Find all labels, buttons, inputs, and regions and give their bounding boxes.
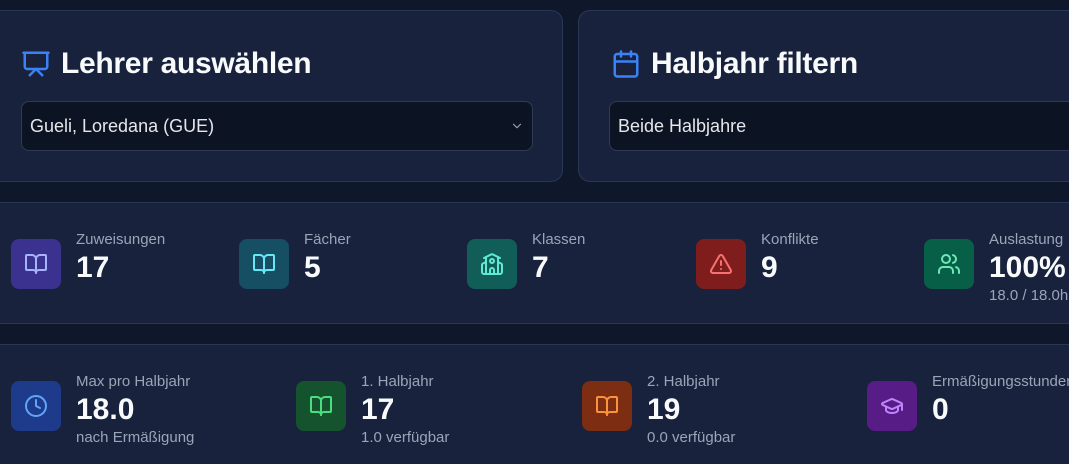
stat-sub: 1.0 verfügbar (361, 429, 450, 446)
stat-label: Fächer (304, 231, 351, 248)
stat-conflicts: Konflikte 9 (696, 231, 819, 289)
stat-tile (11, 239, 61, 289)
stat-subjects: Fächer 5 (239, 231, 351, 289)
teacher-filter-panel: Lehrer auswählen Gueli, Loredana (GUE) (0, 10, 563, 182)
stat-value: 5 (304, 251, 321, 284)
stat-label: 1. Halbjahr (361, 373, 434, 390)
stat-semester-1: 1. Halbjahr 17 1.0 verfügbar (296, 373, 450, 447)
stat-value: 9 (761, 251, 778, 284)
stat-label: Zuweisungen (76, 231, 166, 248)
semester-select[interactable]: Beide Halbjahre (609, 101, 1069, 151)
clock-icon (25, 395, 47, 417)
stat-reduction-hours: Ermäßigungsstunden 0 (867, 373, 1069, 431)
users-icon (938, 254, 960, 274)
stat-tile (924, 239, 974, 289)
stat-value: 0 (932, 393, 949, 426)
stat-assignments: Zuweisungen 17 (11, 231, 165, 289)
stats-row-1: Zuweisungen 17 Fächer 5 Klassen 7 Konfli… (0, 202, 1069, 324)
stat-value: 17 (361, 393, 395, 426)
calendar-icon (613, 50, 639, 78)
stat-tile (11, 381, 61, 431)
book-icon (25, 254, 47, 274)
stat-label: Konflikte (761, 231, 819, 248)
stat-tile (696, 239, 746, 289)
teacher-select-value: Gueli, Loredana (GUE) (30, 115, 215, 136)
teacher-select[interactable]: Gueli, Loredana (GUE) (21, 101, 533, 151)
teacher-filter-title: Lehrer auswählen (61, 47, 312, 80)
book-open-icon (596, 396, 618, 416)
semester-filter-title: Halbjahr filtern (651, 47, 858, 80)
stat-semester-2: 2. Halbjahr 19 0.0 verfügbar (582, 373, 736, 447)
graduation-cap-icon (881, 398, 903, 414)
stat-label: Auslastung (989, 231, 1064, 248)
stat-value: 7 (532, 251, 549, 284)
presentation-icon (22, 51, 50, 77)
stat-tile (239, 239, 289, 289)
stat-sub: nach Ermäßigung (76, 429, 195, 446)
stat-utilization: Auslastung 100% 18.0 / 18.0h (924, 231, 1069, 305)
stat-sub: 0.0 verfügbar (647, 429, 736, 446)
warning-icon (710, 254, 732, 275)
school-icon (481, 253, 503, 275)
stat-sub: 18.0 / 18.0h (989, 287, 1069, 304)
semester-filter-header: Halbjahr filtern (611, 47, 858, 81)
stat-tile (867, 381, 917, 431)
stat-value: 18.0 (76, 393, 135, 426)
dashboard: Lehrer auswählen Gueli, Loredana (GUE) H… (0, 0, 1069, 464)
stat-value: 100% (989, 251, 1066, 284)
stats-row-2: Max pro Halbjahr 18.0 nach Ermäßigung 1.… (0, 344, 1069, 464)
stat-value: 19 (647, 393, 681, 426)
stat-tile (582, 381, 632, 431)
stat-max-per-semester: Max pro Halbjahr 18.0 nach Ermäßigung (11, 373, 195, 447)
stat-label: Klassen (532, 231, 586, 248)
semester-filter-panel: Halbjahr filtern Beide Halbjahre (578, 10, 1069, 182)
stat-tile (296, 381, 346, 431)
stat-label: 2. Halbjahr (647, 373, 720, 390)
stat-value: 17 (76, 251, 110, 284)
book-open-icon (310, 396, 332, 416)
stat-label: Max pro Halbjahr (76, 373, 191, 390)
stat-classes: Klassen 7 (467, 231, 585, 289)
book-open-icon (253, 254, 275, 274)
chevron-down-icon (512, 123, 522, 129)
semester-select-value: Beide Halbjahre (618, 115, 747, 136)
stat-label: Ermäßigungsstunden (932, 373, 1069, 390)
stat-tile (467, 239, 517, 289)
teacher-filter-header: Lehrer auswählen (21, 47, 312, 81)
